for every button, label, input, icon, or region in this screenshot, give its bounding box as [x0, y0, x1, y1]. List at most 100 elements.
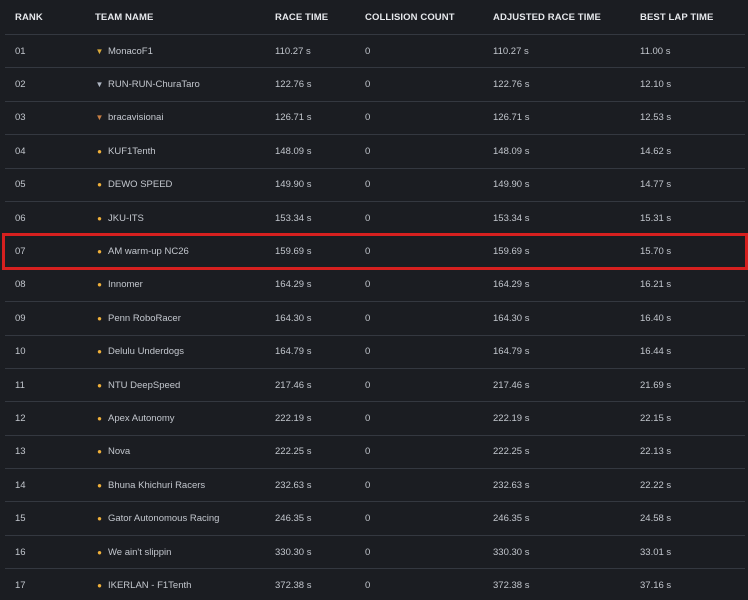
- collision-count-cell: 0: [365, 67, 493, 102]
- header-adjusted-race-time: ADJUSTED RACE TIME: [493, 0, 640, 35]
- participant-badge-icon: ●: [97, 514, 102, 524]
- team-name-label: IKERLAN - F1Tenth: [108, 579, 192, 591]
- team-name-cell: ▼ bracavisionai: [95, 101, 275, 136]
- best-lap-time-cell: 22.22 s: [640, 468, 745, 503]
- collision-count-cell: 0: [365, 568, 493, 600]
- race-time-cell: 330.30 s: [275, 535, 365, 570]
- race-time-cell: 217.46 s: [275, 368, 365, 403]
- header-row: RANK TEAM NAME RACE TIME COLLISION COUNT…: [5, 0, 745, 35]
- collision-count-cell: 0: [365, 201, 493, 236]
- table-row: 17 ● IKERLAN - F1Tenth 372.38 s 0 372.38 s 37.…: [5, 568, 745, 600]
- table-row: 08 ● Innomer 164.29 s 0 164.29 s 16.21 s: [5, 268, 745, 303]
- header-best-lap-time: BEST LAP TIME: [640, 0, 745, 35]
- collision-count-cell: 0: [365, 168, 493, 202]
- team-name-cell: ● Bhuna Khichuri Racers: [95, 468, 275, 503]
- table-row: 07 ● AM warm-up NC26 159.69 s 0 159.69 s 15.70…: [5, 234, 745, 269]
- race-time-cell: 122.76 s: [275, 67, 365, 102]
- collision-count-cell: 0: [365, 535, 493, 570]
- collision-count-cell: 0: [365, 234, 493, 269]
- adjusted-race-time-cell: 110.27 s: [493, 34, 640, 69]
- table-row: 12 ● Apex Autonomy 222.19 s 0 222.19 s 22.15 s: [5, 401, 745, 436]
- table-row: 13 ● Nova 222.25 s 0 222.25 s 22.13 s: [5, 435, 745, 470]
- participant-badge-icon: ●: [97, 247, 102, 257]
- adjusted-race-time-cell: 330.30 s: [493, 535, 640, 570]
- team-name-label: AM warm-up NC26: [108, 246, 189, 258]
- adjusted-race-time-cell: 164.30 s: [493, 301, 640, 336]
- rank-cell: 17: [5, 568, 95, 600]
- silver-medal-icon: ▼: [95, 80, 104, 90]
- header-rank: RANK: [5, 0, 95, 35]
- rank-cell: 08: [5, 268, 95, 303]
- adjusted-race-time-cell: 148.09 s: [493, 134, 640, 169]
- leaderboard-table: RANK TEAM NAME RACE TIME COLLISION COUNT…: [5, 0, 745, 600]
- collision-count-cell: 0: [365, 301, 493, 336]
- team-name-label: bracavisionai: [108, 112, 164, 124]
- race-time-cell: 110.27 s: [275, 34, 365, 69]
- rank-cell: 16: [5, 535, 95, 570]
- adjusted-race-time-cell: 164.29 s: [493, 268, 640, 303]
- race-time-cell: 232.63 s: [275, 468, 365, 503]
- leaderboard: RANK TEAM NAME RACE TIME COLLISION COUNT…: [0, 0, 748, 600]
- adjusted-race-time-cell: 159.69 s: [493, 234, 640, 269]
- team-name-cell: ● DEWO SPEED: [95, 168, 275, 202]
- table-row: 15 ● Gator Autonomous Racing 246.35 s 0 246.3…: [5, 501, 745, 536]
- race-time-cell: 222.19 s: [275, 401, 365, 436]
- collision-count-cell: 0: [365, 268, 493, 303]
- table-row: 14 ● Bhuna Khichuri Racers 232.63 s 0 232.63 …: [5, 468, 745, 503]
- rank-cell: 12: [5, 401, 95, 436]
- bronze-medal-icon: ▼: [95, 113, 104, 123]
- race-time-cell: 164.79 s: [275, 335, 365, 369]
- adjusted-race-time-cell: 149.90 s: [493, 168, 640, 202]
- team-name-cell: ● We ain't slippin: [95, 535, 275, 570]
- team-name-cell: ● KUF1Tenth: [95, 134, 275, 169]
- participant-badge-icon: ●: [97, 380, 102, 390]
- participant-badge-icon: ●: [97, 547, 102, 557]
- rank-cell: 14: [5, 468, 95, 503]
- race-time-cell: 159.69 s: [275, 234, 365, 269]
- rank-cell: 09: [5, 301, 95, 336]
- participant-badge-icon: ●: [97, 313, 102, 323]
- table-row: 06 ● JKU-ITS 153.34 s 0 153.34 s 15.31 s: [5, 201, 745, 236]
- best-lap-time-cell: 24.58 s: [640, 501, 745, 536]
- adjusted-race-time-cell: 372.38 s: [493, 568, 640, 600]
- team-name-cell: ● Gator Autonomous Racing: [95, 501, 275, 536]
- team-name-cell: ● Delulu Underdogs: [95, 335, 275, 369]
- race-time-cell: 148.09 s: [275, 134, 365, 169]
- collision-count-cell: 0: [365, 34, 493, 69]
- participant-badge-icon: ●: [97, 447, 102, 457]
- best-lap-time-cell: 14.62 s: [640, 134, 745, 169]
- best-lap-time-cell: 14.77 s: [640, 168, 745, 202]
- team-name-cell: ● Penn RoboRacer: [95, 301, 275, 336]
- team-name-label: JKU-ITS: [108, 212, 144, 224]
- race-time-cell: 222.25 s: [275, 435, 365, 470]
- race-time-cell: 153.34 s: [275, 201, 365, 236]
- collision-count-cell: 0: [365, 501, 493, 536]
- collision-count-cell: 0: [365, 468, 493, 503]
- header-race-time: RACE TIME: [275, 0, 365, 35]
- adjusted-race-time-cell: 122.76 s: [493, 67, 640, 102]
- best-lap-time-cell: 15.31 s: [640, 201, 745, 236]
- race-time-cell: 372.38 s: [275, 568, 365, 600]
- table-row: 16 ● We ain't slippin 330.30 s 0 330.30 s 33.0…: [5, 535, 745, 570]
- best-lap-time-cell: 33.01 s: [640, 535, 745, 570]
- participant-badge-icon: ●: [97, 213, 102, 223]
- adjusted-race-time-cell: 126.71 s: [493, 101, 640, 136]
- participant-badge-icon: ●: [97, 580, 102, 590]
- table-row: 05 ● DEWO SPEED 149.90 s 0 149.90 s 14.77 s: [5, 168, 745, 202]
- table-row: 10 ● Delulu Underdogs 164.79 s 0 164.79 s 16.4…: [5, 335, 745, 369]
- rank-cell: 01: [5, 34, 95, 69]
- table-row: 11 ● NTU DeepSpeed 217.46 s 0 217.46 s 21.69 s: [5, 368, 745, 403]
- participant-badge-icon: ●: [97, 413, 102, 423]
- table-row: 01 ▼ MonacoF1 110.27 s 0 110.27 s 11.00 s: [5, 34, 745, 69]
- table-row: 02 ▼ RUN-RUN-ChuraTaro 122.76 s 0 122.76 s 12.…: [5, 67, 745, 102]
- team-name-cell: ● Innomer: [95, 268, 275, 303]
- collision-count-cell: 0: [365, 368, 493, 403]
- collision-count-cell: 0: [365, 134, 493, 169]
- team-name-cell: ● IKERLAN - F1Tenth: [95, 568, 275, 600]
- participant-badge-icon: ●: [97, 347, 102, 357]
- best-lap-time-cell: 11.00 s: [640, 34, 745, 69]
- best-lap-time-cell: 22.13 s: [640, 435, 745, 470]
- rank-cell: 07: [5, 234, 95, 269]
- adjusted-race-time-cell: 232.63 s: [493, 468, 640, 503]
- best-lap-time-cell: 16.21 s: [640, 268, 745, 303]
